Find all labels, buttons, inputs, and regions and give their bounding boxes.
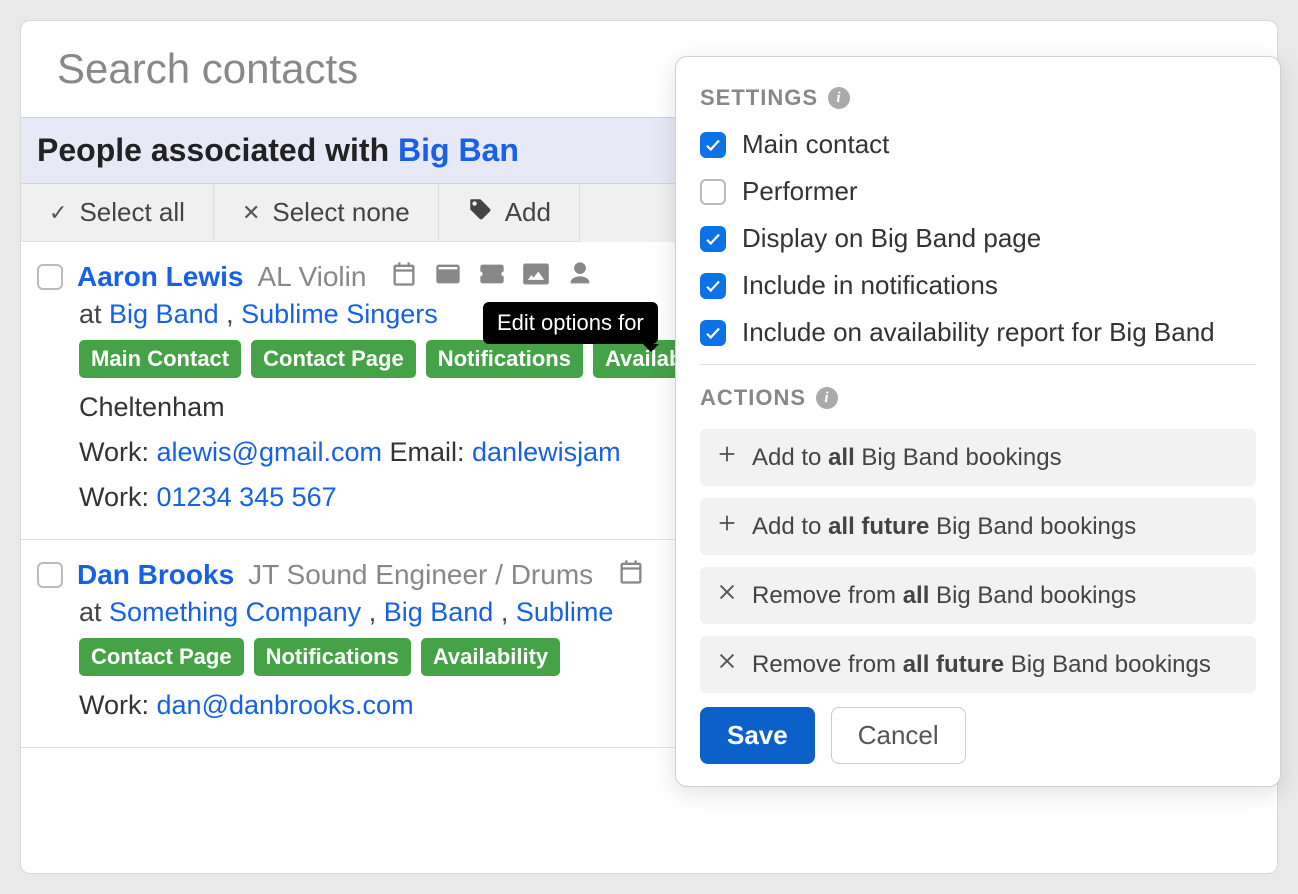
image-icon[interactable] xyxy=(522,260,550,293)
tag-icon xyxy=(467,196,493,229)
action-add-all[interactable]: Add to all Big Band bookings xyxy=(700,429,1256,486)
status-badge: Notifications xyxy=(254,638,411,676)
x-icon: ✕ xyxy=(242,200,260,226)
cancel-button[interactable]: Cancel xyxy=(831,707,966,764)
work-phone-label: Work: xyxy=(79,482,157,512)
phone-link[interactable]: 01234 345 567 xyxy=(157,482,337,512)
icon-strip xyxy=(617,558,645,591)
actions-section-title: ACTIONS i xyxy=(700,385,1256,411)
email-link[interactable]: danlewisjam xyxy=(472,437,621,467)
x-icon xyxy=(716,650,738,679)
contact-checkbox[interactable] xyxy=(37,562,63,588)
company-link[interactable]: Big Band xyxy=(109,299,219,329)
status-badge: Contact Page xyxy=(251,340,416,378)
option-display-page[interactable]: Display on Big Band page xyxy=(700,223,1256,254)
work-email-link[interactable]: dan@danbrooks.com xyxy=(157,690,414,720)
option-main-contact[interactable]: Main contact xyxy=(700,129,1256,160)
plus-icon xyxy=(716,512,738,541)
calendar-icon[interactable] xyxy=(617,558,645,591)
add-label: Add xyxy=(505,197,551,228)
option-notifications[interactable]: Include in notifications xyxy=(700,270,1256,301)
card-icon[interactable] xyxy=(434,260,462,293)
contact-role: JT Sound Engineer / Drums xyxy=(248,559,593,591)
email-label: Email: xyxy=(382,437,472,467)
header-prefix: People associated with xyxy=(37,132,398,168)
option-label: Display on Big Band page xyxy=(742,223,1041,254)
contact-name-link[interactable]: Dan Brooks xyxy=(77,559,234,591)
work-email-label: Work: xyxy=(79,437,157,467)
checkbox-icon[interactable] xyxy=(700,273,726,299)
header-entity-link[interactable]: Big Ban xyxy=(398,132,519,168)
settings-section-title: SETTINGS i xyxy=(700,85,1256,111)
option-label: Main contact xyxy=(742,129,889,160)
status-badge: Main Contact xyxy=(79,340,241,378)
ticket-icon[interactable] xyxy=(478,260,506,293)
icon-strip xyxy=(390,260,594,293)
status-badge: Notifications xyxy=(426,340,583,378)
at-label: at xyxy=(79,597,109,627)
at-label: at xyxy=(79,299,109,329)
edit-options-tooltip: Edit options for xyxy=(483,302,658,344)
checkbox-icon[interactable] xyxy=(700,320,726,346)
checkbox-icon[interactable] xyxy=(700,132,726,158)
info-icon[interactable]: i xyxy=(828,87,850,109)
select-none-button[interactable]: ✕ Select none xyxy=(214,184,439,242)
person-icon[interactable] xyxy=(566,260,594,293)
select-none-label: Select none xyxy=(272,197,409,228)
action-remove-future[interactable]: Remove from all future Big Band bookings xyxy=(700,636,1256,693)
select-all-button[interactable]: ✓ Select all xyxy=(21,184,214,242)
x-icon xyxy=(716,581,738,610)
select-all-label: Select all xyxy=(79,197,185,228)
option-label: Performer xyxy=(742,176,858,207)
option-availability-report[interactable]: Include on availability report for Big B… xyxy=(700,317,1256,348)
option-label: Include on availability report for Big B… xyxy=(742,317,1215,348)
status-badge: Contact Page xyxy=(79,638,244,676)
plus-icon xyxy=(716,443,738,472)
action-add-future[interactable]: Add to all future Big Band bookings xyxy=(700,498,1256,555)
option-performer[interactable]: Performer xyxy=(700,176,1256,207)
company-link[interactable]: Sublime Singers xyxy=(241,299,438,329)
company-link[interactable]: Something Company xyxy=(109,597,361,627)
save-button[interactable]: Save xyxy=(700,707,815,764)
calendar-icon[interactable] xyxy=(390,260,418,293)
settings-popover: SETTINGS i Main contact Performer Displa… xyxy=(675,56,1281,787)
contact-checkbox[interactable] xyxy=(37,264,63,290)
contact-name-link[interactable]: Aaron Lewis xyxy=(77,261,243,293)
company-link[interactable]: Sublime xyxy=(516,597,614,627)
company-link[interactable]: Big Band xyxy=(384,597,494,627)
status-badge: Availability xyxy=(421,638,560,676)
divider xyxy=(700,364,1256,365)
add-button[interactable]: Add xyxy=(439,184,580,242)
work-email-link[interactable]: alewis@gmail.com xyxy=(157,437,382,467)
work-email-label: Work: xyxy=(79,690,157,720)
checkbox-icon[interactable] xyxy=(700,226,726,252)
info-icon[interactable]: i xyxy=(816,387,838,409)
contacts-panel: People associated with Big Ban ✓ Select … xyxy=(20,20,1278,874)
action-remove-all[interactable]: Remove from all Big Band bookings xyxy=(700,567,1256,624)
option-label: Include in notifications xyxy=(742,270,998,301)
checkbox-icon[interactable] xyxy=(700,179,726,205)
check-icon: ✓ xyxy=(49,200,67,226)
contact-role: AL Violin xyxy=(257,261,366,293)
